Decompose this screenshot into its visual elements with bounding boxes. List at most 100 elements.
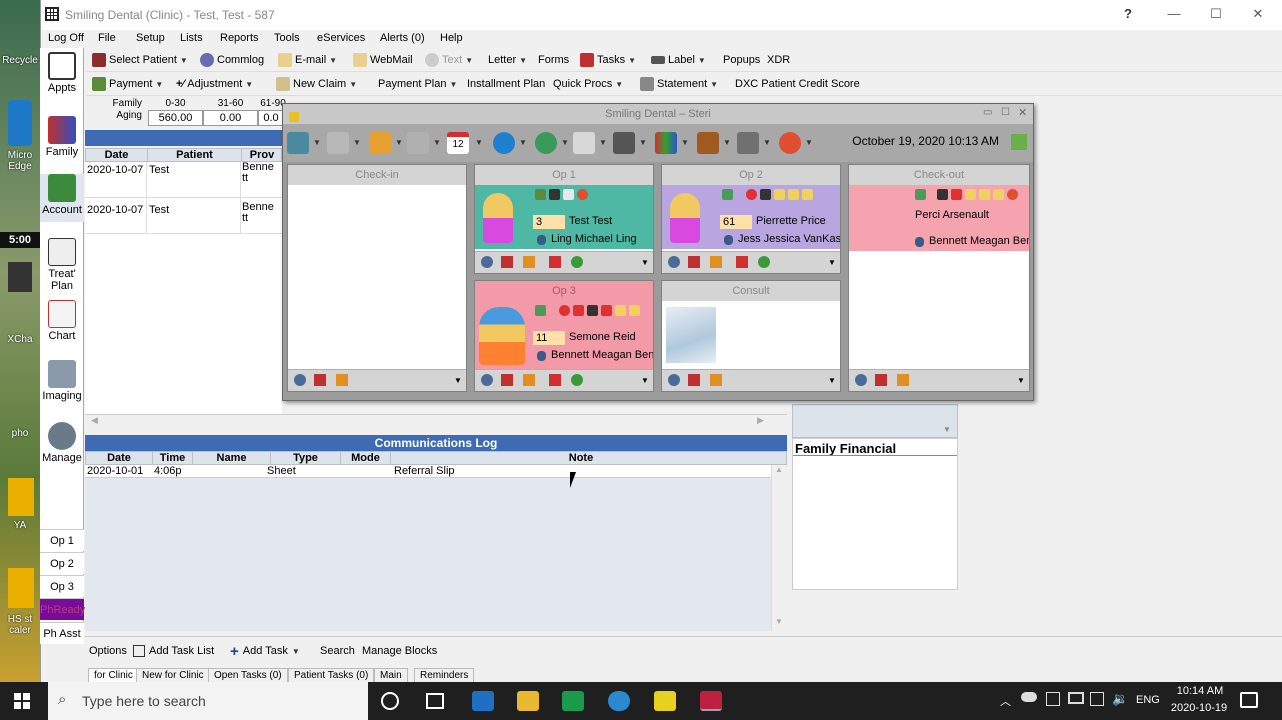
menu-lists[interactable]: Lists: [180, 32, 203, 44]
steri-close-button[interactable]: ✕: [1018, 106, 1027, 119]
megaphone-icon[interactable]: [369, 132, 391, 154]
antenna-icon[interactable]: [327, 132, 349, 154]
select-patient-button[interactable]: Select Patient ▼: [88, 51, 192, 69]
network-icon[interactable]: [1090, 692, 1104, 706]
menu-tools[interactable]: Tools: [274, 32, 300, 44]
xdr-button[interactable]: XDR: [763, 51, 794, 69]
desktop-icon-hs[interactable]: HS st caler: [0, 614, 40, 636]
room-menu-chevron-icon[interactable]: ▼: [828, 376, 836, 385]
close-button[interactable]: ✕: [1243, 6, 1273, 24]
table-row[interactable]: 2020-10-01 4:06p Sheet Referral Slip: [85, 465, 771, 478]
person-icon[interactable]: [668, 256, 680, 268]
commlog-vertical-scrollbar[interactable]: ▲ ▼: [771, 465, 787, 631]
quick-procs-button[interactable]: Quick Procs ▼: [549, 75, 627, 93]
megaphone-icon[interactable]: [875, 374, 887, 386]
menu-eservices[interactable]: eServices: [317, 32, 365, 44]
people-icon[interactable]: [407, 132, 429, 154]
menu-file[interactable]: File: [98, 32, 116, 44]
volume-icon[interactable]: 🔉: [1112, 691, 1128, 707]
add-task-list-button[interactable]: Add Task List: [133, 642, 214, 660]
warning-icon[interactable]: [336, 374, 348, 386]
col-date[interactable]: Date: [86, 149, 148, 162]
warning-icon[interactable]: [523, 256, 535, 268]
file-explorer-icon[interactable]: [517, 691, 539, 711]
warning-icon[interactable]: [710, 256, 722, 268]
patient-card[interactable]: 11 Semone Reid Bennett Meagan Benne: [475, 301, 653, 369]
manage-blocks-button[interactable]: Manage Blocks: [362, 642, 437, 660]
room-check-out[interactable]: Check-out Perci Arsenault Bennett Meagan…: [848, 164, 1030, 392]
module-chart[interactable]: Chart: [40, 300, 84, 342]
battery-icon[interactable]: [1068, 692, 1084, 704]
help-button[interactable]: ?: [1113, 6, 1143, 24]
briefcase-icon[interactable]: [697, 132, 719, 154]
table-row[interactable]: 2020-10-07 Test Benne tt: [85, 162, 282, 198]
folder-icon[interactable]: [8, 478, 34, 516]
outlook-icon[interactable]: [472, 691, 494, 711]
user-status-icon[interactable]: [571, 374, 583, 386]
module-family[interactable]: Family: [40, 116, 84, 158]
table-row[interactable]: 2020-10-07 Test Benne tt: [85, 198, 282, 234]
refresh-icon[interactable]: [493, 132, 515, 154]
edge-icon[interactable]: [608, 691, 630, 711]
filter-icon[interactable]: [289, 112, 299, 122]
commlog-button[interactable]: Commlog: [196, 51, 268, 69]
megaphone-icon[interactable]: [501, 374, 513, 386]
person-icon[interactable]: [668, 374, 680, 386]
add-task-button[interactable]: + Add Task ▼: [230, 642, 300, 660]
options-button[interactable]: Options: [89, 642, 127, 660]
bar-chart-icon[interactable]: [655, 132, 677, 154]
module-treat-plan[interactable]: Treat' Plan: [40, 238, 84, 292]
col-patient[interactable]: Patient: [148, 149, 242, 162]
alert-icon[interactable]: [549, 374, 561, 386]
commlog-col-name[interactable]: Name: [193, 452, 271, 465]
steri-minimize-button[interactable]: ▭: [983, 107, 992, 118]
steri-maximize-button[interactable]: ☐: [1001, 107, 1010, 118]
module-account[interactable]: Account: [40, 174, 84, 222]
tab-new-for-clinic[interactable]: New for Clinic: [136, 668, 210, 682]
label-button[interactable]: Label ▼: [647, 51, 710, 69]
person-icon[interactable]: [481, 374, 493, 386]
taskbar-time[interactable]: 10:14 AM: [1170, 685, 1230, 697]
person-icon[interactable]: [294, 374, 306, 386]
minimize-button[interactable]: —: [1159, 6, 1189, 24]
desktop-icon-xcha[interactable]: XCha: [0, 334, 40, 345]
staff-icon[interactable]: [287, 132, 309, 154]
open-dental-task-icon[interactable]: [700, 691, 722, 711]
adjustment-button[interactable]: +⁄ Adjustment ▼: [172, 75, 257, 93]
forms-button[interactable]: Forms: [534, 51, 573, 69]
new-claim-button[interactable]: New Claim ▼: [272, 75, 361, 93]
search-button[interactable]: Search: [320, 642, 355, 660]
room-op-1[interactable]: Op 1 3 Test Test Ling Michael Ling ▼: [474, 164, 654, 274]
calendar-icon[interactable]: 12: [447, 132, 469, 154]
commlog-col-type[interactable]: Type: [271, 452, 341, 465]
onedrive-icon[interactable]: [1021, 692, 1037, 702]
statement-button[interactable]: Statement ▼: [636, 75, 722, 93]
op-button-op1[interactable]: Op 1: [40, 529, 84, 551]
tab-reminders[interactable]: Reminders: [414, 668, 475, 682]
windows-start-icon[interactable]: [14, 693, 30, 709]
dxc-credit-score-button[interactable]: DXC Patient Credit Score: [731, 75, 864, 93]
megaphone-icon[interactable]: [688, 374, 700, 386]
webmail-button[interactable]: WebMail: [349, 51, 417, 69]
room-check-in[interactable]: Check-in ▼: [287, 164, 467, 392]
task-view-icon[interactable]: [426, 693, 444, 709]
commlog-col-note[interactable]: Note: [391, 452, 771, 465]
popups-button[interactable]: Popups: [719, 51, 764, 69]
module-appts[interactable]: Appts: [40, 52, 84, 94]
room-menu-chevron-icon[interactable]: ▼: [454, 376, 462, 385]
patient-card[interactable]: 3 Test Test Ling Michael Ling: [475, 185, 653, 249]
room-menu-chevron-icon[interactable]: ▼: [1017, 376, 1025, 385]
maximize-button[interactable]: ☐: [1201, 6, 1231, 24]
installment-plan-button[interactable]: Installment Plan: [463, 75, 549, 93]
desktop-icon-recycle[interactable]: Recycle: [0, 55, 40, 66]
room-menu-chevron-icon[interactable]: ▼: [828, 258, 836, 267]
room-consult[interactable]: Consult ▼: [661, 280, 841, 392]
scroll-down-icon[interactable]: ▼: [775, 617, 783, 626]
patient-card[interactable]: Perci Arsenault Bennett Meagan Benn: [849, 185, 1029, 251]
tab-main[interactable]: Main: [374, 668, 408, 682]
taskbar-date[interactable]: 2020-10-19: [1166, 702, 1232, 714]
scroll-left-icon[interactable]: ◀: [91, 415, 98, 426]
user-status-icon[interactable]: [758, 256, 770, 268]
dropdown-chevron-icon[interactable]: ▼: [943, 425, 951, 434]
envelope-icon[interactable]: [573, 132, 595, 154]
